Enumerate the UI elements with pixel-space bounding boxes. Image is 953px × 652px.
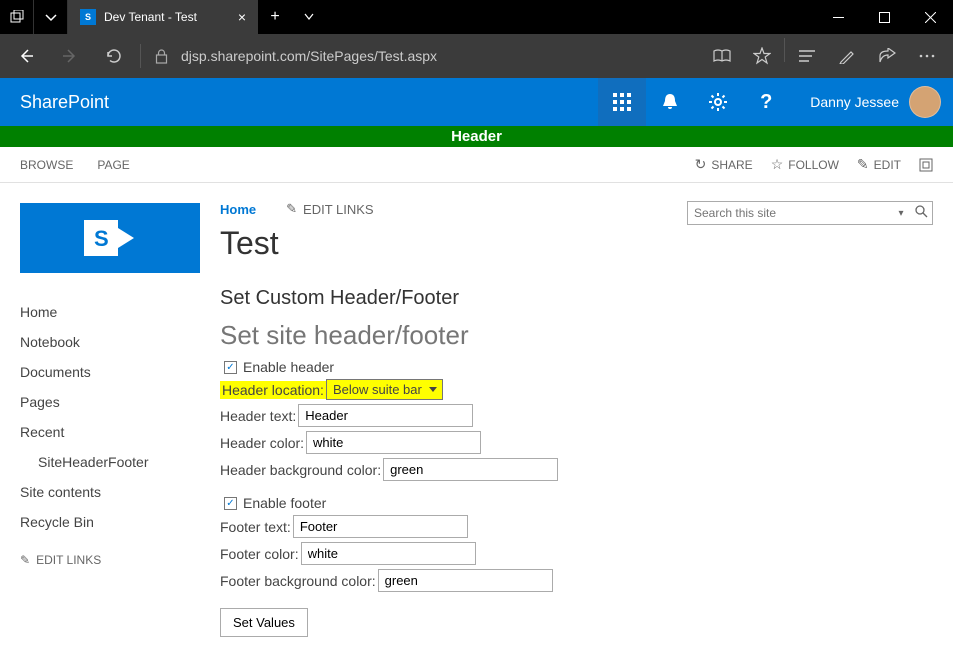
focus-button[interactable] [919, 158, 933, 172]
content-area: S Home ✎ EDIT LINKS Test ▾ Home [0, 183, 953, 647]
star-icon: ☆ [771, 156, 784, 173]
enable-header-row[interactable]: ✓ Enable header [220, 359, 933, 375]
nav-recent-child[interactable]: SiteHeaderFooter [20, 447, 200, 477]
back-button[interactable] [8, 38, 44, 74]
header-color-input[interactable] [306, 431, 481, 454]
favorite-icon[interactable] [744, 38, 780, 74]
checkbox-icon[interactable]: ✓ [224, 361, 237, 374]
sharepoint-favicon: S [80, 9, 96, 25]
maximize-button[interactable] [861, 0, 907, 34]
user-name: Danny Jessee [810, 94, 899, 110]
footer-color-label: Footer color: [220, 546, 299, 562]
app-launcher-icon[interactable] [598, 78, 646, 126]
browser-chrome: S Dev Tenant - Test × + [0, 0, 953, 78]
tab-actions-icon[interactable] [292, 11, 326, 23]
close-tab-icon[interactable]: × [238, 9, 246, 25]
form-heading-1: Set Custom Header/Footer [220, 287, 933, 310]
avatar [909, 86, 941, 118]
tab-preview-icon[interactable] [34, 0, 68, 34]
footer-text-label: Footer text: [220, 519, 291, 535]
lock-icon[interactable] [149, 49, 173, 64]
footer-bg-input[interactable] [378, 569, 553, 592]
search-box[interactable]: ▾ [687, 201, 933, 225]
help-icon[interactable]: ? [742, 78, 790, 126]
header-location-row: Header location: Below suite bar [220, 379, 933, 400]
search-input[interactable] [688, 206, 892, 220]
header-bg-label: Header background color: [220, 462, 381, 478]
follow-button[interactable]: ☆ FOLLOW [771, 156, 839, 173]
refresh-button[interactable] [96, 38, 132, 74]
header-location-label: Header location: [220, 381, 326, 399]
share-button[interactable]: ↻ SHARE [695, 156, 753, 173]
header-text-label: Header text: [220, 408, 296, 424]
nav-home[interactable]: Home [20, 297, 200, 327]
reading-view-icon[interactable] [704, 38, 740, 74]
left-nav: Home Notebook Documents Pages Recent Sit… [20, 283, 200, 637]
notes-icon[interactable] [829, 38, 865, 74]
footer-color-input[interactable] [301, 542, 476, 565]
site-logo[interactable]: S [20, 203, 200, 273]
more-icon[interactable] [909, 38, 945, 74]
svg-text:S: S [94, 226, 109, 251]
ribbon-tab-page[interactable]: PAGE [97, 158, 129, 172]
header-text-input[interactable] [298, 404, 473, 427]
ribbon-tab-browse[interactable]: BROWSE [20, 158, 73, 172]
edit-button[interactable]: ✎ EDIT [857, 156, 901, 173]
nav-pages[interactable]: Pages [20, 387, 200, 417]
new-tab-button[interactable]: + [258, 8, 292, 26]
tab-title: Dev Tenant - Test [104, 10, 230, 24]
hub-icon[interactable] [789, 38, 825, 74]
enable-footer-row[interactable]: ✓ Enable footer [220, 495, 933, 511]
tabs-aside-icon[interactable] [0, 0, 34, 34]
suite-bar: SharePoint ? Danny Jessee [0, 78, 953, 126]
custom-header: Header [0, 126, 953, 147]
form-area: Set Custom Header/Footer Set site header… [200, 283, 933, 637]
forward-button[interactable] [52, 38, 88, 74]
set-values-button[interactable]: Set Values [220, 608, 308, 637]
nav-documents[interactable]: Documents [20, 357, 200, 387]
browser-tab[interactable]: S Dev Tenant - Test × [68, 0, 258, 34]
search-scope-dropdown[interactable]: ▾ [892, 208, 910, 219]
minimize-button[interactable] [815, 0, 861, 34]
form-heading-2: Set site header/footer [220, 320, 933, 351]
notifications-icon[interactable] [646, 78, 694, 126]
user-menu[interactable]: Danny Jessee [790, 86, 953, 118]
browser-addressbar: djsp.sharepoint.com/SitePages/Test.aspx [0, 34, 953, 78]
settings-icon[interactable] [694, 78, 742, 126]
nav-recent[interactable]: Recent [20, 417, 200, 447]
nav-site-contents[interactable]: Site contents [20, 477, 200, 507]
ribbon: BROWSE PAGE ↻ SHARE ☆ FOLLOW ✎ EDIT [0, 147, 953, 183]
header-color-label: Header color: [220, 435, 304, 451]
pencil-icon: ✎ [857, 156, 869, 173]
pencil-icon: ✎ [286, 201, 297, 217]
search-go-icon[interactable] [910, 205, 932, 221]
page-title: Test [220, 225, 687, 262]
nav-recycle-bin[interactable]: Recycle Bin [20, 507, 200, 537]
share-sync-icon: ↻ [695, 156, 707, 173]
edit-links-top[interactable]: ✎ EDIT LINKS [286, 201, 373, 217]
header-location-select[interactable]: Below suite bar [326, 379, 443, 400]
share-icon[interactable] [869, 38, 905, 74]
pencil-icon: ✎ [20, 553, 30, 567]
url-text[interactable]: djsp.sharepoint.com/SitePages/Test.aspx [181, 48, 696, 64]
nav-notebook[interactable]: Notebook [20, 327, 200, 357]
nav-edit-links[interactable]: ✎ EDIT LINKS [20, 553, 200, 567]
browser-titlebar: S Dev Tenant - Test × + [0, 0, 953, 34]
breadcrumb-home[interactable]: Home [220, 202, 256, 217]
footer-text-input[interactable] [293, 515, 468, 538]
close-window-button[interactable] [907, 0, 953, 34]
suite-brand[interactable]: SharePoint [0, 92, 129, 113]
footer-bg-label: Footer background color: [220, 573, 376, 589]
checkbox-icon[interactable]: ✓ [224, 497, 237, 510]
header-bg-input[interactable] [383, 458, 558, 481]
